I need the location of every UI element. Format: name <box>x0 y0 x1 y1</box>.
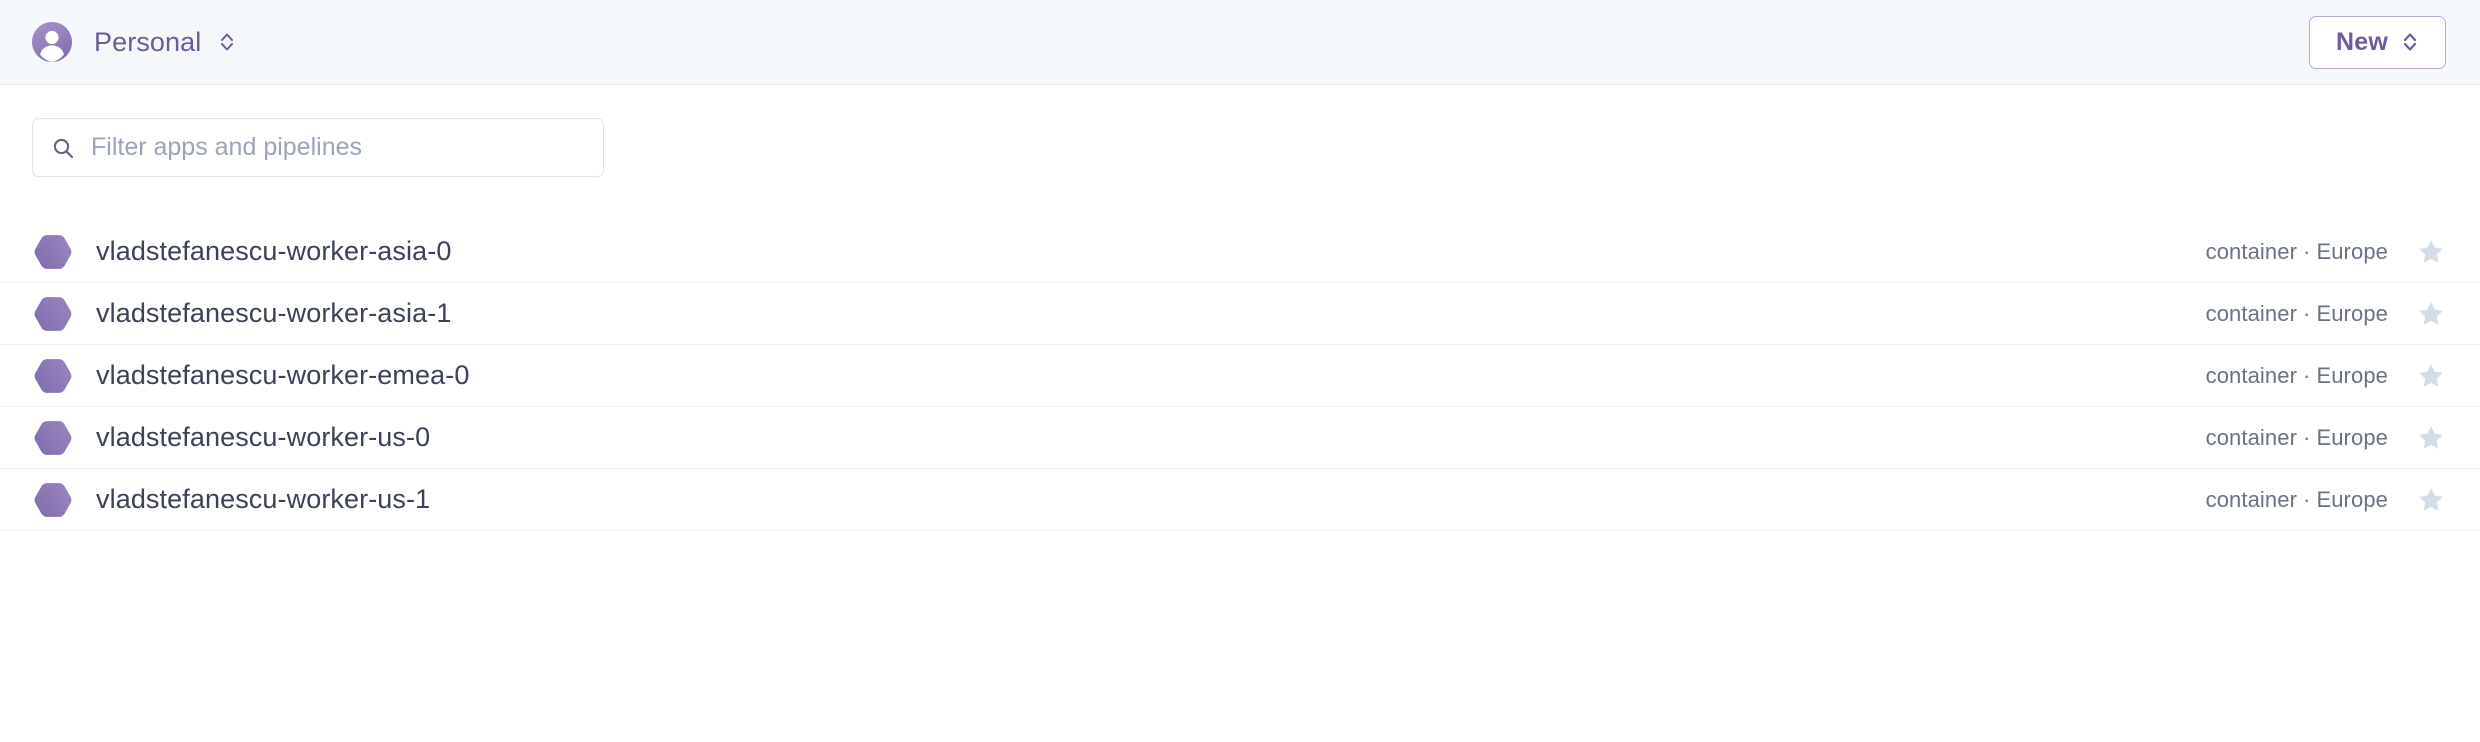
app-region: Europe <box>2316 238 2388 264</box>
meta-separator: · <box>2303 486 2311 512</box>
star-icon[interactable] <box>2416 237 2446 267</box>
table-row[interactable]: vladstefanescu-worker-us-1 container · Eur… <box>0 469 2480 531</box>
new-button[interactable]: New <box>2308 15 2446 69</box>
hexagon-icon <box>32 355 74 397</box>
app-region: Europe <box>2316 486 2388 512</box>
filter-bar <box>0 85 2480 177</box>
app-region: Europe <box>2316 362 2388 388</box>
row-meta: container · Europe <box>2206 425 2388 451</box>
hexagon-icon <box>32 231 74 273</box>
app-name: vladstefanescu-worker-asia-1 <box>96 298 452 328</box>
app-type: container <box>2205 238 2298 264</box>
hexagon-icon <box>32 479 74 521</box>
app-type: container <box>2205 424 2298 450</box>
table-row[interactable]: vladstefanescu-worker-asia-0 container · E… <box>0 221 2480 283</box>
new-button-label: New <box>2335 27 2388 56</box>
star-icon[interactable] <box>2416 299 2446 329</box>
row-meta: container · Europe <box>2206 239 2388 265</box>
app-name: vladstefanescu-worker-us-0 <box>96 422 431 452</box>
app-header: Personal New <box>0 0 2480 85</box>
account-name: Personal <box>94 26 202 57</box>
row-meta: container · Europe <box>2206 301 2388 327</box>
search-icon <box>51 136 75 160</box>
app-name: vladstefanescu-worker-emea-0 <box>96 360 470 390</box>
meta-separator: · <box>2303 424 2311 450</box>
meta-separator: · <box>2303 300 2311 326</box>
hexagon-icon <box>32 293 74 335</box>
star-icon[interactable] <box>2416 361 2446 391</box>
row-meta: container · Europe <box>2206 487 2388 513</box>
app-name: vladstefanescu-worker-us-1 <box>96 484 431 514</box>
app-list: vladstefanescu-worker-asia-0 container · E… <box>0 221 2480 531</box>
meta-separator: · <box>2303 238 2311 264</box>
app-type: container <box>2205 362 2298 388</box>
account-selector[interactable]: Personal <box>32 22 236 62</box>
star-icon[interactable] <box>2416 423 2446 453</box>
row-meta: container · Europe <box>2206 363 2388 389</box>
user-avatar-icon <box>32 22 72 62</box>
meta-separator: · <box>2303 362 2311 388</box>
star-icon[interactable] <box>2416 485 2446 515</box>
app-type: container <box>2205 486 2298 512</box>
table-row[interactable]: vladstefanescu-worker-us-0 container · Eur… <box>0 407 2480 469</box>
hexagon-icon <box>32 417 74 459</box>
table-row[interactable]: vladstefanescu-worker-asia-1 container · E… <box>0 283 2480 345</box>
chevron-up-down-icon <box>218 29 236 55</box>
app-region: Europe <box>2316 424 2388 450</box>
app-type: container <box>2205 300 2298 326</box>
search-input[interactable] <box>91 119 585 176</box>
table-row[interactable]: vladstefanescu-worker-emea-0 container · E… <box>0 345 2480 407</box>
app-region: Europe <box>2316 300 2388 326</box>
app-name: vladstefanescu-worker-asia-0 <box>96 236 452 266</box>
search-box[interactable] <box>32 118 604 177</box>
chevron-up-down-icon <box>2401 29 2419 55</box>
